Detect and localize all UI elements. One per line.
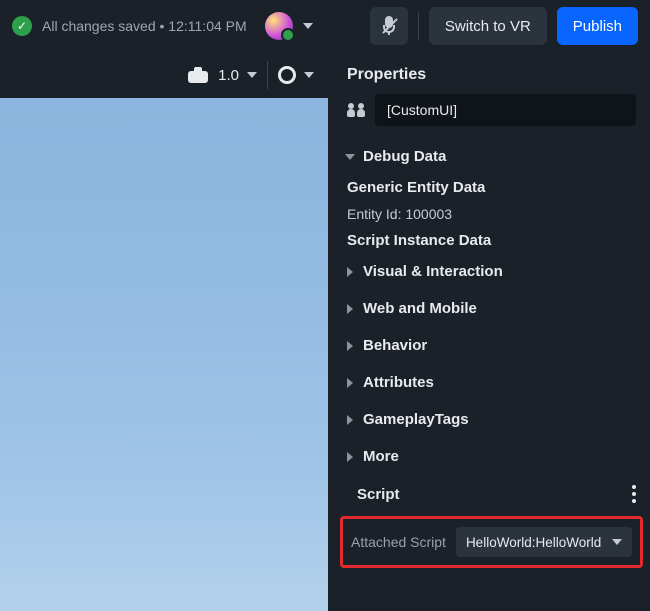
- chevron-right-icon: [347, 304, 353, 314]
- entity-name-input[interactable]: [CustomUI]: [375, 94, 636, 126]
- chevron-down-icon: [247, 72, 257, 78]
- viewport-canvas[interactable]: [0, 98, 328, 611]
- section-label: Script: [357, 486, 400, 503]
- entity-name-value: [CustomUI]: [387, 102, 457, 118]
- divider: [267, 61, 268, 89]
- view-mode-selector[interactable]: [278, 66, 314, 84]
- section-script[interactable]: Script: [333, 475, 650, 513]
- camera-icon[interactable]: [188, 67, 208, 83]
- chevron-down-icon: [304, 72, 314, 78]
- divider: [418, 12, 419, 40]
- section-gameplay-tags[interactable]: GameplayTags: [333, 401, 650, 438]
- generic-entity-data-heading: Generic Entity Data: [333, 175, 650, 200]
- entity-id-line: Entity Id: 100003: [333, 200, 650, 228]
- section-debug-data[interactable]: Debug Data: [333, 138, 650, 175]
- script-more-menu-icon[interactable]: [632, 485, 636, 503]
- section-attributes[interactable]: Attributes: [333, 364, 650, 401]
- chevron-right-icon: [347, 267, 353, 277]
- section-label: Debug Data: [363, 148, 446, 165]
- chevron-down-icon: [345, 154, 355, 160]
- save-status-icon: ✓: [12, 16, 32, 36]
- viewport-toolbar: 1.0: [0, 52, 328, 98]
- chevron-right-icon: [347, 415, 353, 425]
- script-instance-data-heading: Script Instance Data: [333, 228, 650, 253]
- chevron-down-icon: [612, 539, 622, 545]
- chevron-right-icon: [347, 341, 353, 351]
- section-label: Attributes: [363, 374, 434, 391]
- properties-panel: Properties [CustomUI] Debug Data Generic…: [333, 52, 650, 611]
- circle-icon: [278, 66, 296, 84]
- top-bar: ✓ All changes saved • 12:11:04 PM Switch…: [0, 0, 650, 52]
- switch-to-vr-button[interactable]: Switch to VR: [429, 7, 547, 45]
- section-visual-interaction[interactable]: Visual & Interaction: [333, 253, 650, 290]
- people-icon: [347, 103, 365, 117]
- section-label: GameplayTags: [363, 411, 469, 428]
- avatar[interactable]: [265, 12, 293, 40]
- mute-mic-button[interactable]: [370, 7, 408, 45]
- mic-slash-icon: [381, 16, 397, 36]
- zoom-value: 1.0: [218, 67, 239, 84]
- section-label: More: [363, 448, 399, 465]
- section-web-mobile[interactable]: Web and Mobile: [333, 290, 650, 327]
- attached-script-label: Attached Script: [351, 534, 446, 550]
- section-more[interactable]: More: [333, 438, 650, 475]
- panel-title: Properties: [333, 52, 650, 94]
- attached-script-row-highlight: Attached Script HelloWorld:HelloWorld: [340, 516, 643, 568]
- publish-button[interactable]: Publish: [557, 7, 638, 45]
- chevron-right-icon: [347, 452, 353, 462]
- section-label: Visual & Interaction: [363, 263, 503, 280]
- attached-script-select[interactable]: HelloWorld:HelloWorld: [456, 527, 632, 557]
- chevron-right-icon: [347, 378, 353, 388]
- section-label: Behavior: [363, 337, 427, 354]
- save-status-text: All changes saved • 12:11:04 PM: [42, 18, 247, 34]
- section-label: Web and Mobile: [363, 300, 477, 317]
- section-behavior[interactable]: Behavior: [333, 327, 650, 364]
- entity-name-row: [CustomUI]: [333, 94, 650, 138]
- attached-script-value: HelloWorld:HelloWorld: [466, 535, 601, 550]
- zoom-selector[interactable]: 1.0: [218, 67, 257, 84]
- avatar-menu-chevron-icon[interactable]: [303, 23, 313, 29]
